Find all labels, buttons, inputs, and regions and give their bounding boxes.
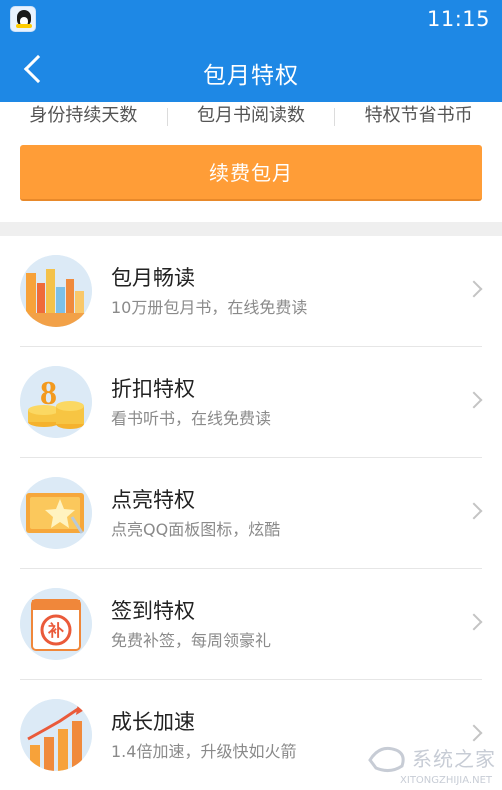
privilege-desc: 点亮QQ面板图标，炫酷	[111, 520, 281, 539]
privilege-title: 签到特权	[111, 599, 195, 623]
watermark: 系统之家 XITONGZHIJIA.NET	[366, 738, 496, 786]
status-time: 11:15	[426, 7, 490, 31]
privilege-desc: 免费补签，每周领豪礼	[111, 631, 272, 650]
stat-days-label: 身份持续天数	[29, 105, 138, 126]
svg-text:8: 8	[40, 375, 57, 412]
privilege-desc: 10万册包月书，在线免费读	[111, 298, 308, 317]
privilege-title: 点亮特权	[111, 488, 195, 512]
discount-coins-icon: 8	[20, 366, 92, 438]
privilege-title: 包月畅读	[111, 266, 195, 290]
privilege-item-monthly-reading[interactable]: 包月畅读 10万册包月书，在线免费读	[0, 236, 502, 347]
privilege-list: 包月畅读 10万册包月书，在线免费读 8 折扣特权 看书听书，在线免费读 点亮特…	[0, 236, 502, 790]
calendar-icon: 补	[20, 588, 92, 660]
privilege-title: 成长加速	[111, 710, 195, 734]
page-title: 包月特权	[203, 63, 299, 89]
privilege-item-discount[interactable]: 8 折扣特权 看书听书，在线免费读	[0, 347, 502, 458]
qq-app-icon	[10, 6, 36, 32]
privilege-desc: 1.4倍加速，升级快如火箭	[111, 742, 297, 761]
chevron-right-icon	[465, 613, 483, 631]
privilege-item-light-up[interactable]: 点亮特权 点亮QQ面板图标，炫酷	[0, 458, 502, 569]
svg-text:补: 补	[47, 621, 64, 640]
stat-books-read-label: 包月书阅读数	[197, 105, 305, 126]
privilege-title: 折扣特权	[111, 377, 195, 401]
watermark-text: 系统之家	[412, 746, 496, 771]
renew-monthly-button[interactable]: 续费包月	[20, 145, 482, 201]
books-icon	[20, 255, 92, 327]
watermark-url: XITONGZHIJIA.NET	[400, 775, 492, 786]
stat-coins-saved-label: 特权节省书币	[364, 105, 473, 126]
status-bar: 11:15	[0, 0, 502, 38]
privilege-item-check-in[interactable]: 补 签到特权 免费补签，每周领豪礼	[0, 569, 502, 680]
section-divider	[0, 222, 502, 236]
watermark-logo-icon	[366, 740, 408, 774]
star-card-icon	[20, 477, 92, 549]
chevron-right-icon	[465, 502, 483, 520]
growth-chart-icon	[20, 699, 92, 771]
privilege-desc: 看书听书，在线免费读	[111, 409, 272, 428]
chevron-right-icon	[465, 280, 483, 298]
chevron-right-icon	[465, 391, 483, 409]
stats-row: 身份持续天数 包月书阅读数 特权节省书币	[0, 102, 502, 134]
nav-bar: 包月特权	[0, 38, 502, 102]
